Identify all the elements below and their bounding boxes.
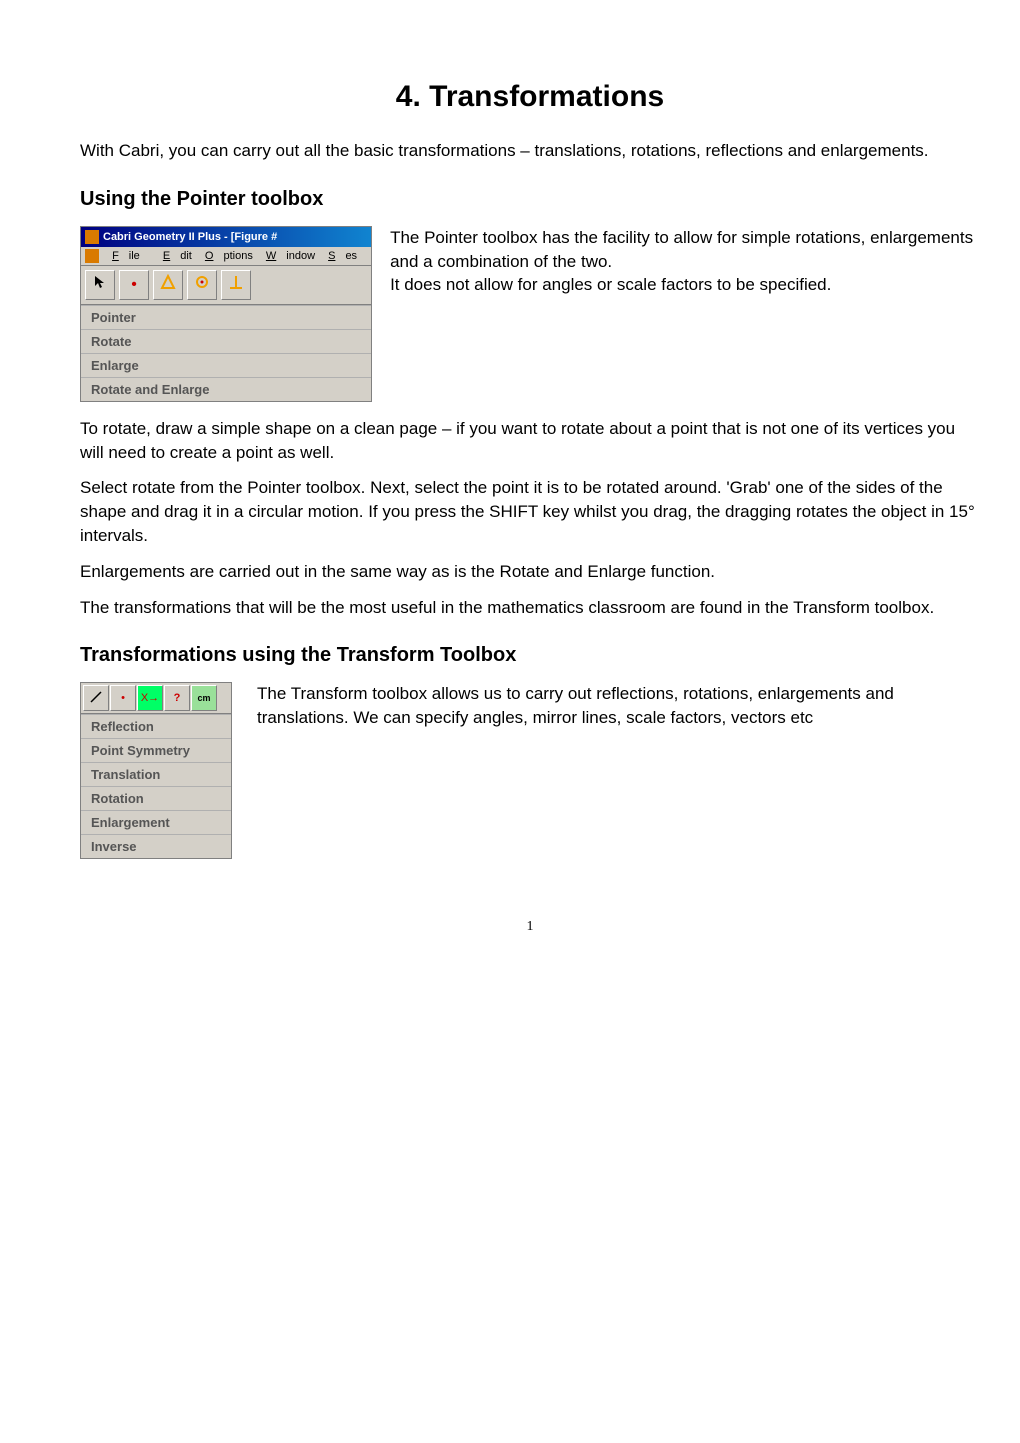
line-tool-button[interactable] (83, 685, 109, 711)
transform-tool-button[interactable]: X→ (137, 685, 163, 711)
cm-icon: cm (197, 693, 210, 703)
calc-tool-button[interactable]: ? (164, 685, 190, 711)
pointer-icon (93, 275, 107, 294)
para-enlargements: Enlargements are carried out in the same… (80, 560, 980, 584)
perp-tool-button[interactable] (221, 270, 251, 300)
menu-ses[interactable]: Ses (328, 250, 357, 262)
page-number: 1 (80, 919, 980, 935)
menu-reflection[interactable]: Reflection (81, 714, 231, 738)
transform-toolbar: • X→ ? cm (81, 683, 231, 714)
point-tool-button[interactable]: • (119, 270, 149, 300)
menu-options[interactable]: Options (205, 250, 253, 262)
toolbar: • (81, 266, 371, 305)
section2-heading: Transformations using the Transform Tool… (80, 644, 980, 667)
perp-icon (228, 274, 244, 295)
intro-paragraph: With Cabri, you can carry out all the ba… (80, 139, 980, 163)
menu-rotate[interactable]: Rotate (81, 329, 371, 353)
para-rotate-instructions: Select rotate from the Pointer toolbox. … (80, 476, 980, 547)
titlebar: Cabri Geometry II Plus - [Figure # (81, 227, 371, 247)
pointer-tool-button[interactable] (85, 270, 115, 300)
page: 4. Transformations With Cabri, you can c… (0, 0, 1020, 985)
titlebar-text: Cabri Geometry II Plus - [Figure # (103, 231, 277, 243)
triangle-tool-button[interactable] (153, 270, 183, 300)
arrow-icon: X→ (141, 692, 159, 704)
menu-edit[interactable]: Edit (163, 250, 192, 262)
menu-pointer[interactable]: Pointer (81, 305, 371, 329)
point-tool-button-2[interactable]: • (110, 685, 136, 711)
transform-window-screenshot: • X→ ? cm Reflection Point Symmetry Tran… (80, 682, 232, 859)
section1-heading: Using the Pointer toolbox (80, 188, 980, 211)
section2-text: The Transform toolbox allows us to carry… (257, 682, 980, 730)
app-icon (85, 230, 99, 244)
section1-text: The Pointer toolbox has the facility to … (390, 226, 980, 297)
menubar: File Edit Options Window Ses (81, 247, 371, 266)
question-icon: ? (174, 692, 181, 704)
menu-rotate-and-enlarge[interactable]: Rotate and Enlarge (81, 377, 371, 401)
menu-rotation[interactable]: Rotation (81, 786, 231, 810)
measure-tool-button[interactable]: cm (191, 685, 217, 711)
cabri-window-screenshot: Cabri Geometry II Plus - [Figure # File … (80, 226, 372, 402)
point-icon: • (121, 692, 125, 704)
para-rotate-intro: To rotate, draw a simple shape on a clea… (80, 417, 980, 465)
menu-enlarge[interactable]: Enlarge (81, 353, 371, 377)
transform-menu: Reflection Point Symmetry Translation Ro… (81, 714, 231, 858)
menu-file[interactable]: File (112, 250, 150, 262)
rotate-tool-button[interactable] (187, 270, 217, 300)
dot-icon: • (131, 276, 137, 294)
menu-enlargement[interactable]: Enlargement (81, 810, 231, 834)
menu-translation[interactable]: Translation (81, 762, 231, 786)
menu-point-symmetry[interactable]: Point Symmetry (81, 738, 231, 762)
doc-icon (85, 249, 99, 263)
menu-inverse[interactable]: Inverse (81, 834, 231, 858)
page-title: 4. Transformations (80, 80, 980, 114)
menu-window[interactable]: Window (266, 250, 315, 262)
pointer-menu: Pointer Rotate Enlarge Rotate and Enlarg… (81, 305, 371, 401)
rotate-point-icon (194, 274, 210, 295)
para-transform-intro: The transformations that will be the mos… (80, 596, 980, 620)
line-icon (89, 690, 103, 707)
triangle-icon (160, 274, 176, 295)
